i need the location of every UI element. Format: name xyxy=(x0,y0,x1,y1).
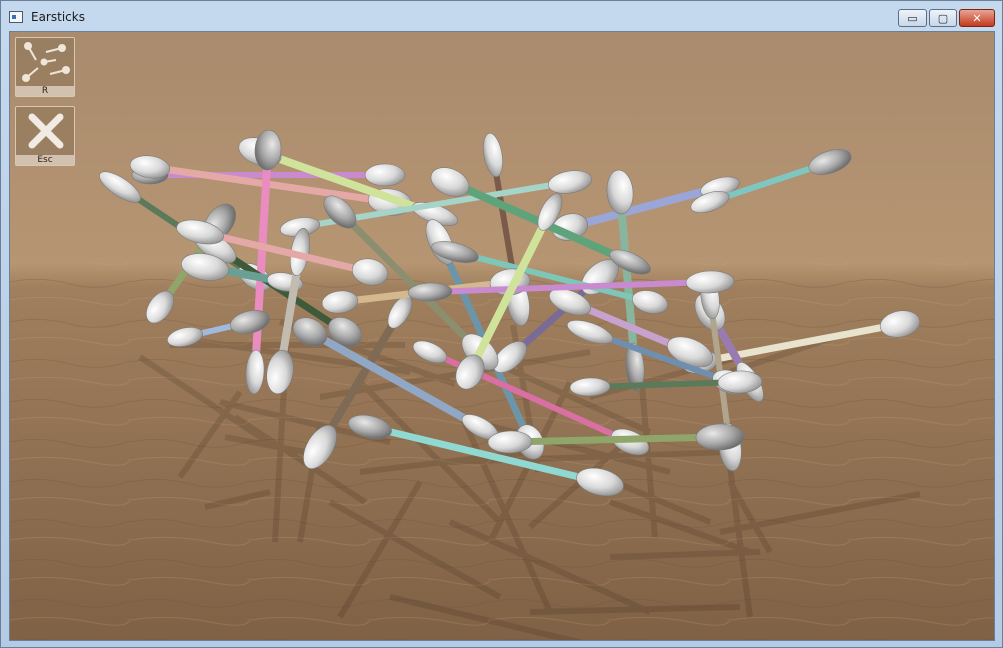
exit-button[interactable]: Esc xyxy=(15,106,75,166)
app-window: Earsticks ▭ ▢ ✕ R Esc xyxy=(0,0,1003,648)
earsticks-scene xyxy=(10,32,994,640)
maximize-button[interactable]: ▢ xyxy=(929,9,957,27)
close-button[interactable]: ✕ xyxy=(959,9,995,27)
scatter-arrows-icon xyxy=(22,42,70,82)
rearrange-button[interactable]: R xyxy=(15,37,75,97)
earstick-shaft xyxy=(506,433,724,446)
cotton-swab-tip xyxy=(364,163,406,187)
app-icon xyxy=(9,11,23,23)
3d-viewport[interactable]: R Esc xyxy=(9,31,995,641)
minimize-button[interactable]: ▭ xyxy=(898,9,927,27)
rearrange-key-label: R xyxy=(16,86,74,96)
title-bar[interactable]: Earsticks ▭ ▢ ✕ xyxy=(1,1,1002,31)
window-title: Earsticks xyxy=(31,10,85,24)
exit-key-label: Esc xyxy=(16,155,74,165)
x-icon xyxy=(28,113,64,149)
